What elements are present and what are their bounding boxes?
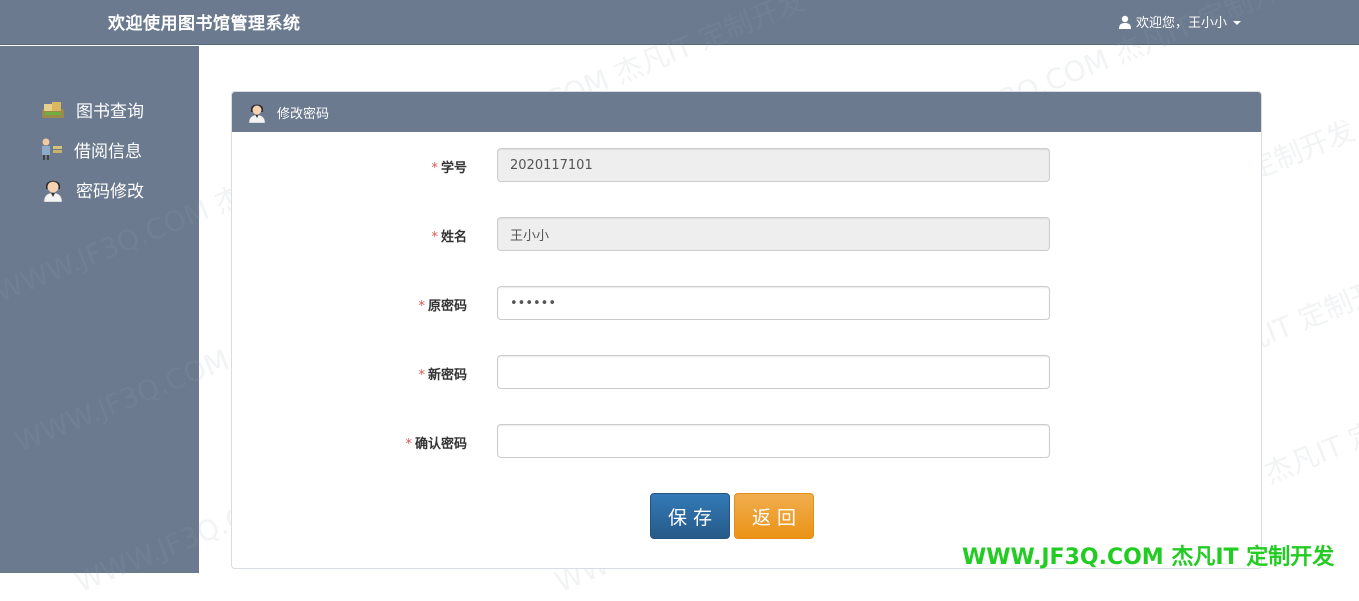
user-icon — [1119, 15, 1131, 29]
name-label: * 姓名 — [431, 230, 467, 245]
old-password-field[interactable] — [497, 286, 1050, 320]
required-star: * — [418, 368, 425, 383]
sidebar-item-change-password[interactable]: 密码修改 — [40, 176, 144, 202]
save-button[interactable]: 保存 — [650, 493, 730, 539]
user-avatar-icon — [248, 104, 266, 123]
chevron-down-icon — [1233, 20, 1242, 25]
change-password-panel: 修改密码 *学号 *姓名 *原密码 *新密码 *确认密码 保存 返回 — [231, 91, 1262, 569]
sidebar: 图书查询 借阅信息 密码修改 — [0, 46, 199, 573]
panel-header: 修改密码 — [232, 92, 1261, 132]
form-row-student-id: * 学号 — [232, 148, 1261, 184]
user-greeting: 欢迎您，王小小 — [1136, 16, 1228, 31]
user-dropdown[interactable]: 欢迎您，王小小 — [1118, 12, 1242, 31]
required-star: * — [405, 437, 412, 452]
form-row-name: * 姓名 — [232, 217, 1261, 253]
back-button[interactable]: 返回 — [734, 493, 814, 539]
top-navbar: 欢迎使用图书馆管理系统 欢迎您，王小小 — [0, 0, 1359, 45]
old-password-label: * 原密码 — [418, 299, 467, 314]
required-star: * — [418, 299, 425, 314]
books-icon — [42, 102, 64, 118]
required-star: * — [431, 161, 438, 176]
student-id-field[interactable] — [497, 148, 1050, 182]
panel-title: 修改密码 — [277, 106, 330, 122]
footer-watermark: WWW.JF3Q.COM 杰凡IT 定制开发 — [962, 545, 1335, 570]
name-field[interactable] — [497, 217, 1050, 251]
required-star: * — [431, 230, 438, 245]
app-title: 欢迎使用图书馆管理系统 — [108, 14, 301, 34]
form-row-new-password: * 新密码 — [232, 355, 1261, 391]
people-icon — [42, 138, 62, 160]
sidebar-item-book-search[interactable]: 图书查询 — [40, 96, 144, 122]
sidebar-item-label: 图书查询 — [76, 101, 144, 122]
user-avatar-icon — [43, 180, 63, 202]
student-id-label: * 学号 — [431, 161, 467, 176]
sidebar-item-borrow-info[interactable]: 借阅信息 — [38, 136, 142, 162]
sidebar-item-label: 密码修改 — [76, 181, 144, 202]
form-row-old-password: * 原密码 — [232, 286, 1261, 322]
form-row-confirm-password: * 确认密码 — [232, 424, 1261, 460]
new-password-label: * 新密码 — [418, 368, 467, 383]
confirm-password-label: * 确认密码 — [405, 437, 467, 452]
new-password-field[interactable] — [497, 355, 1050, 389]
confirm-password-field[interactable] — [497, 424, 1050, 458]
sidebar-item-label: 借阅信息 — [74, 141, 142, 162]
